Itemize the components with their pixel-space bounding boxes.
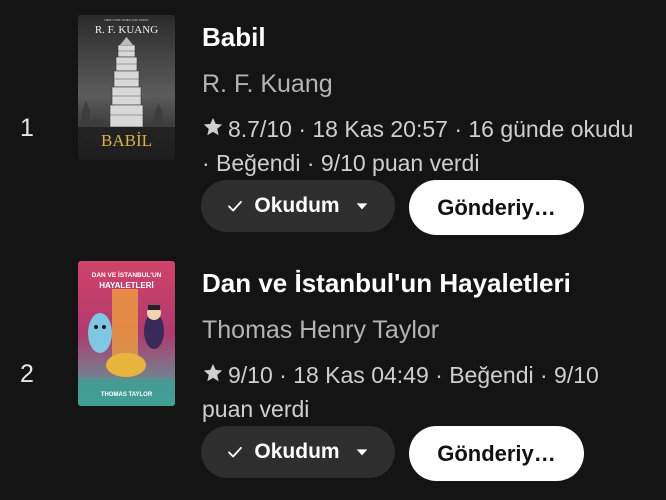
- status-label: Okudum: [254, 194, 340, 217]
- cover-tagline: NEW YORK TIMES ÇOK SATAN: [105, 18, 149, 22]
- cover-art-babil: NEW YORK TIMES ÇOK SATAN R. F. KUANG BAB…: [78, 15, 175, 160]
- rank-number: 2: [20, 360, 34, 388]
- book-cover[interactable]: NEW YORK TIMES ÇOK SATAN R. F. KUANG BAB…: [78, 15, 175, 160]
- book-author[interactable]: Thomas Henry Taylor: [202, 316, 439, 345]
- list-item: 2 DAN VE İSTANBUL'UN HAYALETLERİ THOMAS …: [0, 246, 666, 491]
- cover-title-line-1: DAN VE İSTANBUL'UN: [92, 271, 162, 279]
- book-author[interactable]: R. F. Kuang: [202, 70, 333, 99]
- book-meta: 9/10 · 18 Kas 04:49 · Beğendi · 9/10 pua…: [202, 358, 642, 426]
- book-cover[interactable]: DAN VE İSTANBUL'UN HAYALETLERİ THOMAS TA…: [78, 261, 175, 406]
- check-icon: [228, 446, 243, 458]
- send-button[interactable]: Gönderiy…: [409, 426, 584, 481]
- star-icon: [203, 363, 223, 382]
- cover-author-text: R. F. KUANG: [95, 24, 158, 36]
- reading-list: 1 NEW YORK TIMES ÇOK SATAN R. F. KUANG B…: [0, 0, 666, 500]
- reading-status-button[interactable]: Okudum: [201, 180, 395, 232]
- rank-number: 1: [20, 114, 34, 142]
- cover-title-text: BABİL: [101, 131, 152, 150]
- status-label: Okudum: [254, 440, 340, 463]
- book-meta: 8.7/10 · 18 Kas 20:57 · 16 günde okudu ·…: [202, 112, 642, 180]
- check-icon: [228, 200, 243, 212]
- caret-down-icon: [356, 203, 367, 210]
- cover-author-text: THOMAS TAYLOR: [101, 392, 153, 398]
- star-icon: [203, 117, 223, 136]
- meta-text: 9/10 · 18 Kas 04:49 · Beğendi · 9/10 pua…: [202, 362, 599, 422]
- reading-status-button[interactable]: Okudum: [201, 426, 395, 478]
- caret-down-icon: [356, 449, 367, 456]
- list-item: 1 NEW YORK TIMES ÇOK SATAN R. F. KUANG B…: [0, 0, 666, 245]
- cover-title-line-2: HAYALETLERİ: [99, 281, 154, 290]
- send-button[interactable]: Gönderiy…: [409, 180, 584, 235]
- book-title[interactable]: Babil: [202, 22, 266, 53]
- book-title[interactable]: Dan ve İstanbul'un Hayaletleri: [202, 268, 571, 299]
- meta-text: 8.7/10 · 18 Kas 20:57 · 16 günde okudu ·…: [202, 116, 634, 176]
- cover-art-dan: DAN VE İSTANBUL'UN HAYALETLERİ THOMAS TA…: [78, 261, 175, 406]
